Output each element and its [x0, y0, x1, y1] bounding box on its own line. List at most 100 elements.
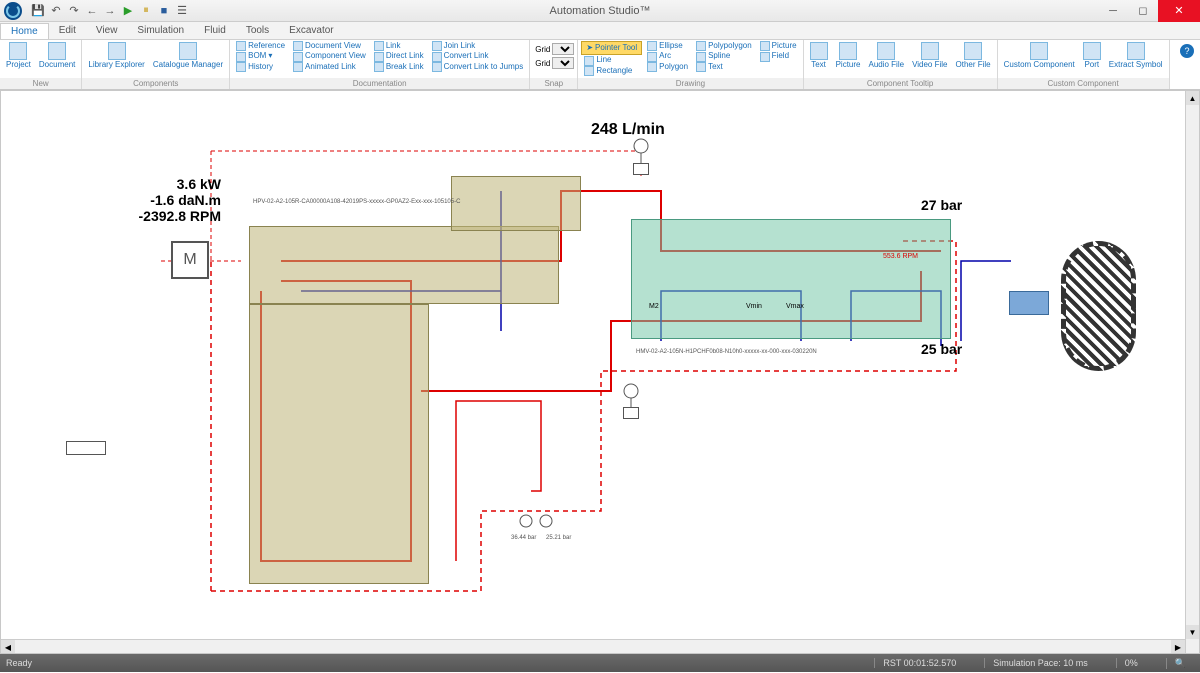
snap-grid-select-1[interactable] — [552, 43, 574, 55]
field-icon — [760, 52, 770, 62]
close-button[interactable]: ✕ — [1158, 0, 1200, 22]
polypolygon-button[interactable]: Polypolygon — [693, 41, 755, 51]
new-document-button[interactable]: Document — [36, 41, 78, 71]
snap-grid-select-2[interactable] — [552, 57, 574, 69]
prime-mover-symbol[interactable]: M — [171, 241, 209, 279]
convert-jumps-button[interactable]: Convert Link to Jumps — [429, 62, 527, 72]
tooltip-other-button[interactable]: Other File — [953, 41, 994, 71]
text-button[interactable]: Text — [693, 62, 755, 72]
field-button[interactable]: Field — [757, 51, 800, 61]
scroll-down-arrow[interactable]: ▼ — [1186, 625, 1199, 639]
snap-grid-combo-2[interactable]: Grid — [533, 57, 574, 69]
line-icon — [584, 56, 594, 66]
group-label-drawing: Drawing — [578, 78, 802, 89]
project-icon — [9, 42, 27, 60]
external-valve-symbol[interactable] — [66, 441, 106, 455]
qat-menu[interactable]: ☰ — [174, 3, 190, 19]
document-view-button[interactable]: Document View — [290, 41, 369, 51]
qat-save[interactable]: 💾 — [30, 3, 46, 19]
case-pressure-label: 25 bar — [921, 341, 962, 357]
hydraulic-motor-assembly[interactable] — [631, 219, 951, 339]
qat-sim-pause[interactable]: ⏸ — [138, 3, 154, 19]
extract-symbol-button[interactable]: Extract Symbol — [1106, 41, 1166, 71]
arc-button[interactable]: Arc — [644, 51, 691, 61]
maximize-button[interactable]: ◻ — [1128, 0, 1158, 22]
qat-undo[interactable]: ↶ — [48, 3, 64, 19]
title-bar: 💾 ↶ ↷ ← → ▶ ⏸ ■ ☰ Automation Studio™ ─ ◻… — [0, 0, 1200, 22]
convjumps-icon — [432, 62, 442, 72]
tire-symbol[interactable] — [1061, 241, 1136, 371]
snap-grid-combo-1[interactable]: Grid — [533, 43, 574, 55]
tab-fluid[interactable]: Fluid — [194, 23, 236, 38]
pump-partno-label: HPV-02-A2-105R-CA00000A108-42019PS-xxxxx… — [253, 199, 460, 205]
line-button[interactable]: Line — [581, 55, 642, 65]
group-label-custom: Custom Component — [998, 78, 1169, 89]
tooltip-picture-button[interactable]: Picture — [833, 41, 864, 71]
picture-tooltip-icon — [839, 42, 857, 60]
rectangle-button[interactable]: Rectangle — [581, 66, 642, 76]
qat-sim-stop[interactable]: ■ — [156, 3, 172, 19]
scroll-up-arrow[interactable]: ▲ — [1186, 91, 1199, 105]
tooltip-video-button[interactable]: Video File — [909, 41, 950, 71]
joinlink-icon — [432, 41, 442, 51]
link-button[interactable]: Link — [371, 41, 427, 51]
qat-sim-play[interactable]: ▶ — [120, 3, 136, 19]
custom-component-button[interactable]: Custom Component — [1001, 41, 1078, 71]
text-tooltip-icon — [810, 42, 828, 60]
ribbon-group-documentation: Reference BOM ▾ History Document View Co… — [230, 40, 530, 89]
component-view-button[interactable]: Component View — [290, 51, 369, 61]
status-pace: Simulation Pace: 10 ms — [984, 658, 1096, 668]
library-explorer-button[interactable]: Library Explorer — [85, 41, 147, 71]
motor-readout: 3.6 kW -1.6 daN.m -2392.8 RPM — [101, 176, 221, 224]
qat-back[interactable]: ← — [84, 3, 100, 19]
flow-sensor-1[interactable] — [633, 163, 649, 175]
pump-assembly-lower[interactable] — [249, 304, 429, 584]
bom-button[interactable]: BOM ▾ — [233, 51, 288, 61]
directlink-icon — [374, 52, 384, 62]
animated-link-button[interactable]: Animated Link — [290, 62, 369, 72]
tooltip-audio-button[interactable]: Audio File — [865, 41, 907, 71]
tooltip-text-button[interactable]: Text — [807, 41, 831, 71]
help-icon[interactable]: ? — [1180, 44, 1194, 58]
scroll-right-arrow[interactable]: ▶ — [1171, 640, 1185, 654]
direct-link-button[interactable]: Direct Link — [371, 51, 427, 61]
motor-torque-value: -1.6 daN.m — [101, 192, 221, 208]
motor-power-value: 3.6 kW — [101, 176, 221, 192]
vertical-scrollbar[interactable]: ▲ ▼ — [1185, 91, 1199, 653]
reference-button[interactable]: Reference — [233, 41, 288, 51]
link-icon — [374, 41, 384, 51]
ellipse-button[interactable]: Ellipse — [644, 41, 691, 51]
pump-assembly-upper[interactable] — [249, 226, 559, 304]
qat-forward[interactable]: → — [102, 3, 118, 19]
catalogue-manager-button[interactable]: Catalogue Manager — [150, 41, 226, 71]
break-link-button[interactable]: Break Link — [371, 62, 427, 72]
motor-speed-small-label: 553.6 RPM — [883, 253, 918, 260]
picture-button[interactable]: Picture — [757, 41, 800, 51]
new-project-button[interactable]: Project — [3, 41, 34, 71]
scroll-left-arrow[interactable]: ◀ — [1, 640, 15, 654]
tab-view[interactable]: View — [86, 23, 128, 38]
qat-redo[interactable]: ↷ — [66, 3, 82, 19]
arc-icon — [647, 52, 657, 62]
tab-excavator[interactable]: Excavator — [279, 23, 343, 38]
schematic-canvas[interactable]: 248 L/min 3.6 kW -1.6 daN.m -2392.8 RPM … — [1, 91, 1199, 653]
port-button[interactable]: Port — [1080, 41, 1104, 71]
tab-home[interactable]: Home — [0, 23, 49, 39]
tab-simulation[interactable]: Simulation — [127, 23, 194, 38]
join-link-button[interactable]: Join Link — [429, 41, 527, 51]
tab-edit[interactable]: Edit — [49, 23, 86, 38]
charge-pump-block[interactable] — [451, 176, 581, 231]
status-zoom-icon[interactable]: 🔍 — [1166, 658, 1194, 669]
status-pct: 0% — [1116, 658, 1146, 668]
pointer-tool-button[interactable]: ➤Pointer Tool — [581, 41, 642, 55]
polygon-button[interactable]: Polygon — [644, 62, 691, 72]
convert-link-button[interactable]: Convert Link — [429, 51, 527, 61]
load-block[interactable] — [1009, 291, 1049, 315]
tab-tools[interactable]: Tools — [236, 23, 279, 38]
horizontal-scrollbar[interactable]: ◀ ▶ — [1, 639, 1185, 653]
spline-button[interactable]: Spline — [693, 51, 755, 61]
minimize-button[interactable]: ─ — [1098, 0, 1128, 22]
group-label-components: Components — [82, 78, 229, 89]
flow-sensor-2[interactable] — [623, 407, 639, 419]
history-button[interactable]: History — [233, 62, 288, 72]
